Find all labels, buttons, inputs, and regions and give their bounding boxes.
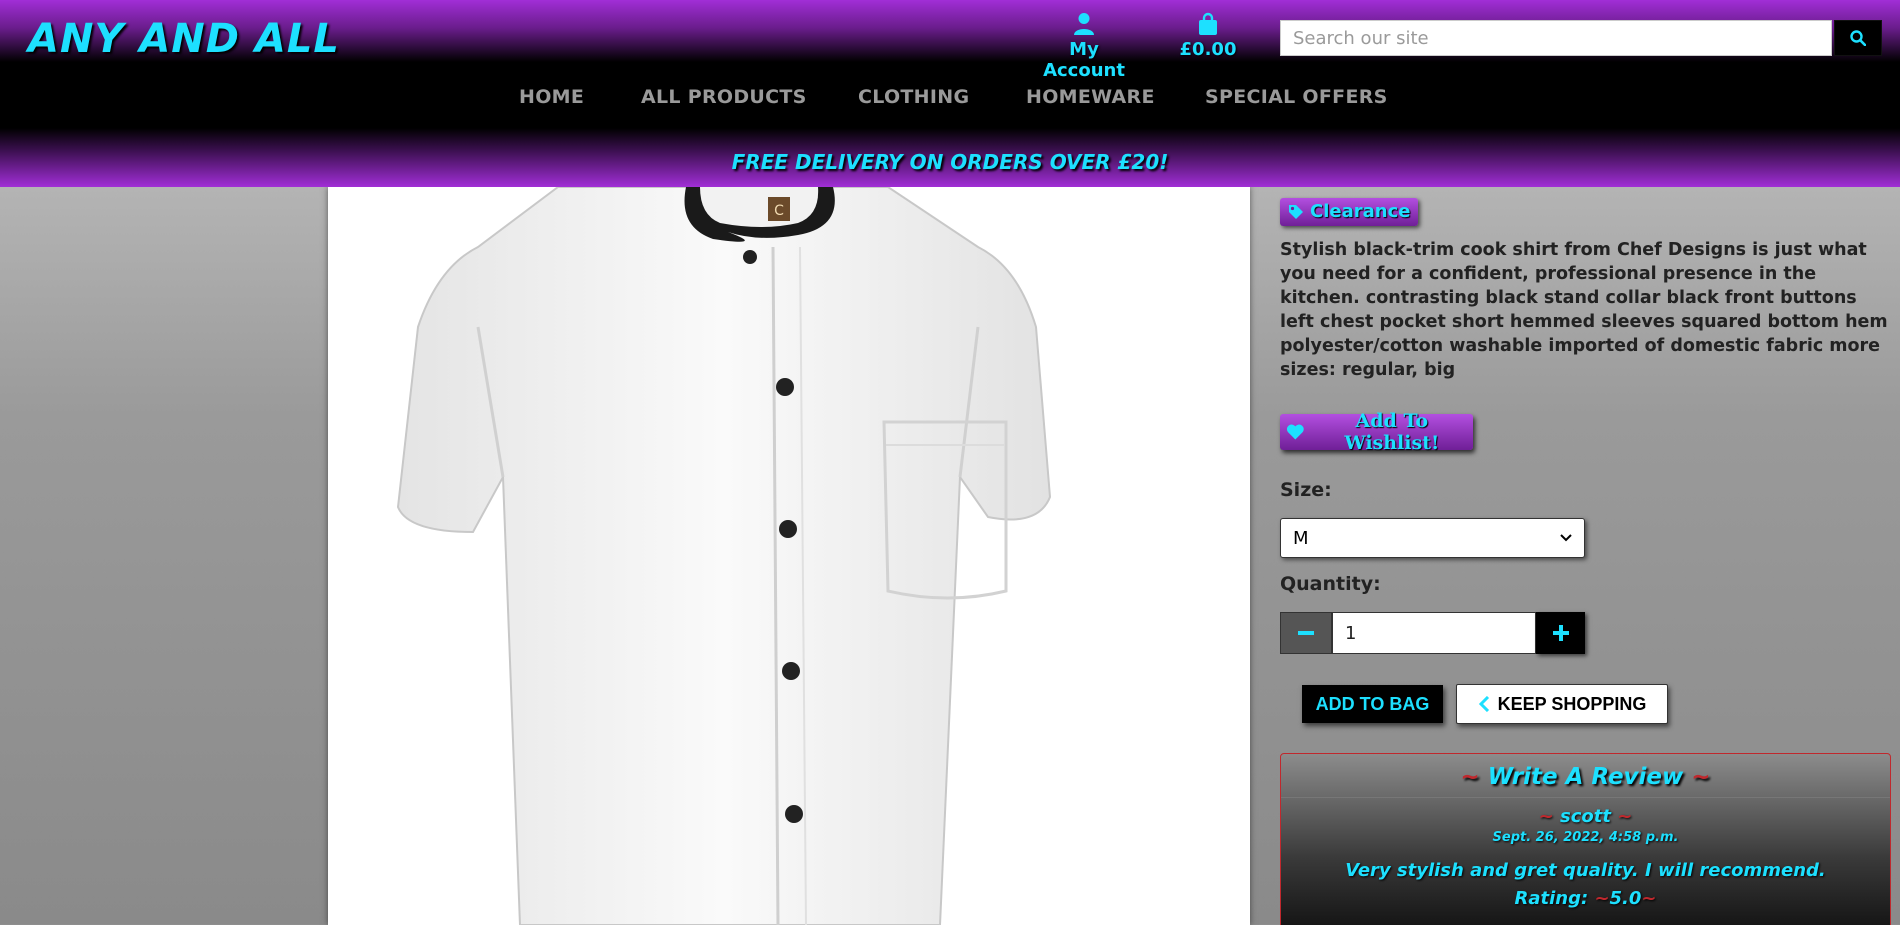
divider xyxy=(1281,797,1890,798)
tilde-decoration: ~ xyxy=(1594,888,1610,909)
quantity-decrement-button[interactable] xyxy=(1280,612,1332,654)
review-author: ~ scott ~ xyxy=(1281,806,1890,827)
nav-homeware[interactable]: HOMEWARE xyxy=(1026,86,1155,108)
write-review-heading[interactable]: ~ Write A Review ~ xyxy=(1281,764,1890,790)
write-review-label: Write A Review xyxy=(1487,764,1684,790)
size-select[interactable]: M xyxy=(1280,518,1585,558)
size-label: Size: xyxy=(1280,479,1332,501)
product-description: Stylish black-trim cook shirt from Chef … xyxy=(1280,240,1888,380)
review-card: ~ Write A Review ~ ~ scott ~ Sept. 26, 2… xyxy=(1280,753,1891,925)
tilde-decoration: ~ xyxy=(1691,764,1711,790)
quantity-label: Quantity: xyxy=(1280,573,1381,595)
chevron-left-icon xyxy=(1478,696,1489,712)
tilde-decoration: ~ xyxy=(1538,806,1554,827)
tilde-decoration: ~ xyxy=(1641,888,1657,909)
nav-all-products[interactable]: ALL PRODUCTS xyxy=(641,86,807,108)
tilde-decoration: ~ xyxy=(1617,806,1633,827)
clearance-badge[interactable]: Clearance xyxy=(1280,198,1419,226)
tag-icon xyxy=(1289,205,1303,219)
my-account-label: My Account xyxy=(1043,39,1125,81)
add-to-wishlist-label: Add To Wishlist! xyxy=(1344,410,1440,454)
nav-special-offers[interactable]: SPECIAL OFFERS xyxy=(1205,86,1388,108)
add-to-wishlist-button[interactable]: Add To Wishlist! xyxy=(1280,410,1473,454)
quantity-stepper xyxy=(1280,612,1585,654)
product-image: C xyxy=(328,187,1250,925)
chef-shirt-illustration: C xyxy=(396,187,1052,925)
search-input[interactable] xyxy=(1280,20,1832,56)
quantity-input[interactable] xyxy=(1332,612,1536,654)
add-to-bag-button[interactable]: ADD TO BAG xyxy=(1302,685,1443,723)
shopping-bag-icon xyxy=(1199,12,1217,35)
bag-total-link[interactable]: £0.00 xyxy=(1178,12,1238,60)
keep-shopping-button[interactable]: KEEP SHOPPING xyxy=(1456,684,1668,724)
heart-icon xyxy=(1286,424,1304,440)
nav-home[interactable]: HOME xyxy=(519,86,584,108)
main-nav: HOME ALL PRODUCTS CLOTHING HOMEWARE SPEC… xyxy=(0,86,1900,112)
shirt-label-mark: C xyxy=(774,203,784,219)
review-rating: Rating: ~5.0~ xyxy=(1281,888,1890,909)
site-logo[interactable]: ANY AND ALL xyxy=(28,16,340,62)
bag-total: £0.00 xyxy=(1179,39,1237,60)
rating-label: Rating: xyxy=(1514,888,1589,909)
nav-clothing[interactable]: CLOTHING xyxy=(858,86,969,108)
my-account-link[interactable]: My Account xyxy=(1026,12,1142,81)
minus-icon xyxy=(1298,631,1314,635)
plus-icon xyxy=(1552,625,1569,641)
tilde-decoration: ~ xyxy=(1460,764,1480,790)
rating-value: 5.0 xyxy=(1609,888,1642,909)
free-delivery-banner: FREE DELIVERY ON ORDERS OVER £20! xyxy=(731,150,1169,174)
clearance-label: Clearance xyxy=(1310,201,1411,222)
chevron-down-icon xyxy=(1560,534,1572,542)
review-body: Very stylish and gret quality. I will re… xyxy=(1345,860,1826,881)
search-button[interactable] xyxy=(1834,20,1882,56)
quantity-increment-button[interactable] xyxy=(1536,612,1585,654)
size-selected-value: M xyxy=(1293,527,1309,549)
user-icon xyxy=(1074,13,1094,35)
review-author-name: scott xyxy=(1560,806,1611,827)
site-header: ANY AND ALL My Account £0.00 HOME ALL PR… xyxy=(0,0,1900,187)
review-date: Sept. 26, 2022, 4:58 p.m. xyxy=(1492,830,1679,845)
search-icon xyxy=(1850,30,1866,46)
keep-shopping-label: KEEP SHOPPING xyxy=(1497,693,1647,714)
